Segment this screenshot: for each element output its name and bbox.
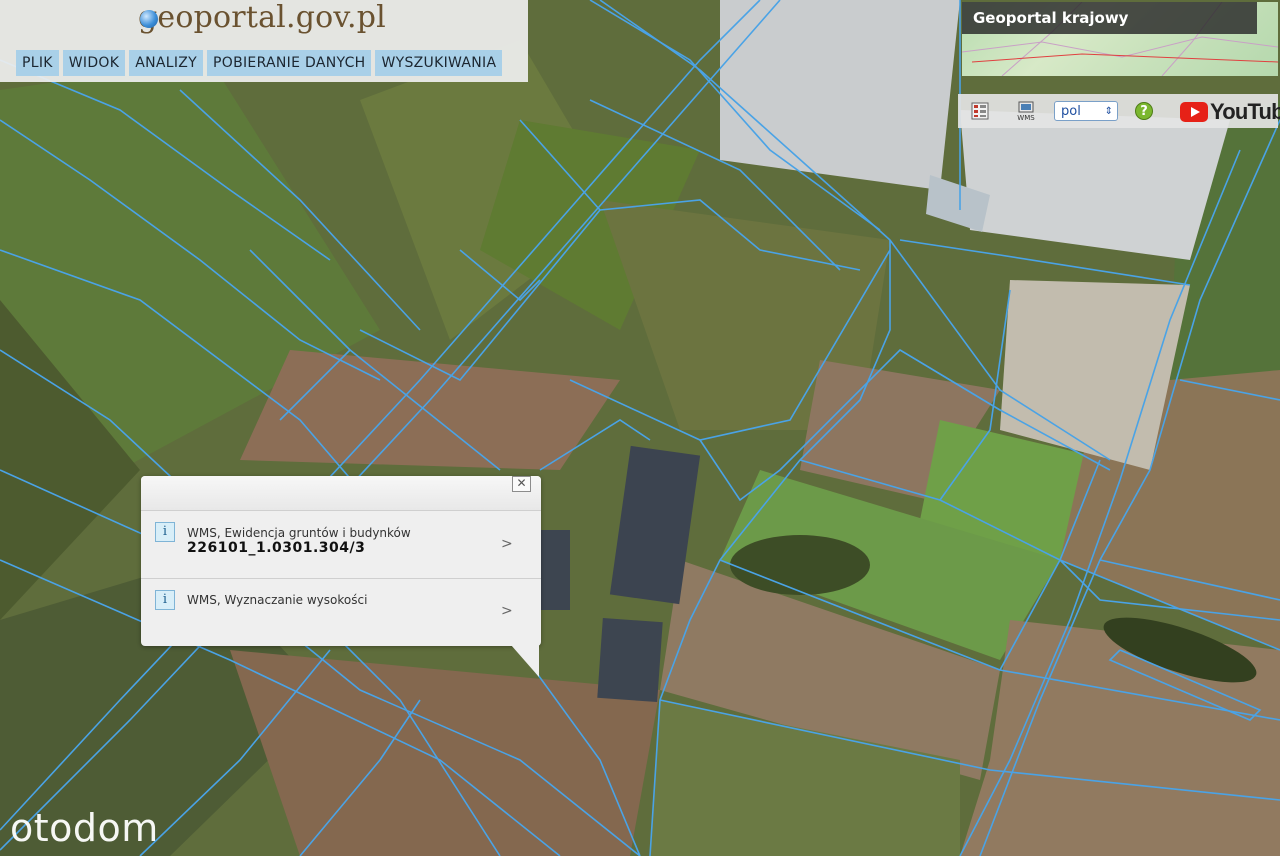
info-icon: i xyxy=(155,590,175,610)
language-select[interactable]: pol ⇕ xyxy=(1054,101,1118,121)
solar-panels xyxy=(540,530,570,610)
close-icon[interactable]: ✕ xyxy=(512,476,531,492)
main-menu: PLIK WIDOK ANALIZY POBIERANIE DANYCH WYS… xyxy=(16,50,503,76)
youtube-link[interactable]: YouTube xyxy=(1180,99,1280,124)
popup-header: ✕ xyxy=(141,476,541,511)
youtube-label: YouTube xyxy=(1210,99,1280,124)
geoportal-logo[interactable]: geoportal.gov.pl xyxy=(138,0,386,44)
chevron-updown-icon: ⇕ xyxy=(1104,106,1113,117)
chevron-right-icon[interactable]: > xyxy=(501,603,513,619)
aerial-map[interactable] xyxy=(0,0,1280,856)
row-title: WMS, Ewidencja gruntów i budynków xyxy=(187,526,411,540)
language-value: pol xyxy=(1061,104,1081,119)
youtube-play-icon xyxy=(1180,102,1208,122)
info-icon: i xyxy=(155,522,175,542)
parcel-id: 226101_1.0301.304/3 xyxy=(187,540,366,556)
menu-widok[interactable]: WIDOK xyxy=(62,50,126,76)
menu-wyszukiwania[interactable]: WYSZUKIWANIA xyxy=(375,50,503,76)
row-title: WMS, Wyznaczanie wysokości xyxy=(187,593,368,607)
otodom-watermark: otodom xyxy=(10,806,159,850)
globe-icon xyxy=(140,10,158,28)
chevron-right-icon[interactable]: > xyxy=(501,536,513,552)
tree-cluster xyxy=(730,535,870,595)
popup-row-wysokosc[interactable]: i WMS, Wyznaczanie wysokości > xyxy=(141,579,541,645)
svg-text:WMS: WMS xyxy=(1017,114,1035,121)
header-panel: geoportal.gov.pl PLIK WIDOK ANALIZY POBI… xyxy=(0,0,528,82)
solar-panels xyxy=(597,618,663,702)
popup-row-ewidencja[interactable]: i WMS, Ewidencja gruntów i budynków 2261… xyxy=(141,512,541,579)
logo-text: geoportal.gov.pl xyxy=(138,0,386,35)
layers-icon[interactable] xyxy=(970,101,990,121)
overview-title: Geoportal krajowy xyxy=(962,2,1257,34)
menu-plik[interactable]: PLIK xyxy=(16,50,59,76)
feature-info-popup: ✕ i WMS, Ewidencja gruntów i budynków 22… xyxy=(141,476,541,646)
help-icon[interactable]: ? xyxy=(1135,102,1153,120)
wms-icon[interactable]: WMS xyxy=(1014,101,1038,121)
overview-map[interactable]: Geoportal krajowy xyxy=(962,2,1278,76)
menu-analizy[interactable]: ANALIZY xyxy=(129,50,204,76)
toolbar: WMS pol ⇕ ? YouTube xyxy=(958,94,1280,128)
popup-pointer xyxy=(511,645,539,677)
menu-pobieranie-danych[interactable]: POBIERANIE DANYCH xyxy=(207,50,372,76)
